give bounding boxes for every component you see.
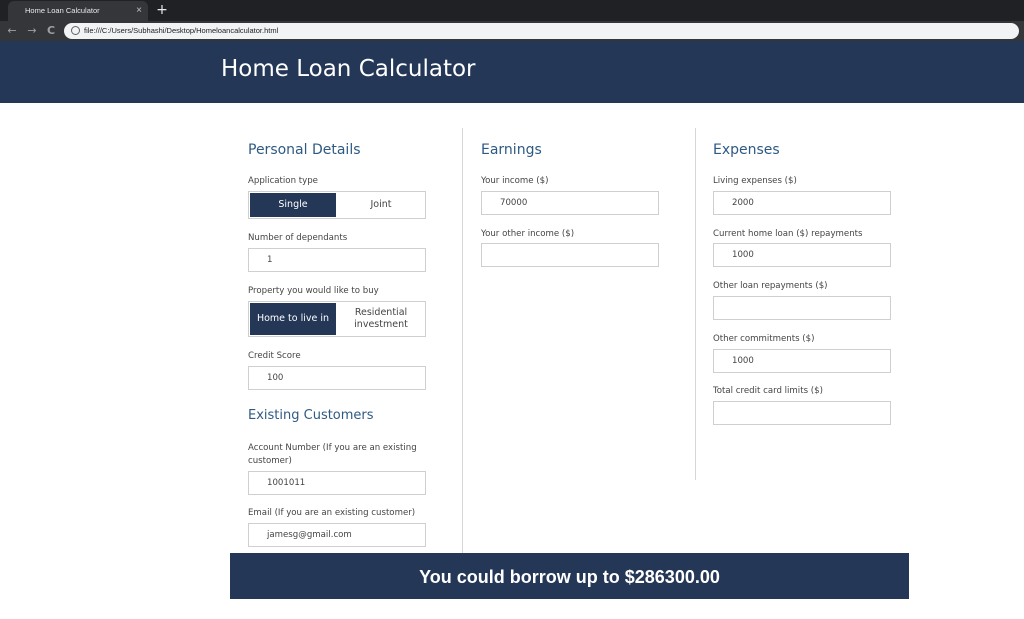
other-commitments-label: Other commitments ($) (713, 334, 815, 344)
email-input[interactable]: jamesg@gmail.com (248, 523, 426, 547)
credit-score-input[interactable]: 100 (248, 366, 426, 390)
income-input[interactable]: 70000 (481, 191, 659, 215)
back-arrow-icon[interactable]: ← (5, 21, 19, 41)
other-income-input[interactable] (481, 243, 659, 267)
column-divider (462, 128, 463, 553)
section-title-personal: Personal Details (248, 142, 361, 158)
email-label: Email (If you are an existing customer) (248, 508, 416, 518)
other-commitments-input[interactable]: 1000 (713, 349, 891, 373)
account-number-label: Account Number (If you are an existing c… (248, 443, 417, 466)
browser-tab-bar: Home Loan Calculator × + (0, 0, 1024, 21)
property-option-investment[interactable]: Residential investment (337, 303, 425, 335)
tab-close-icon[interactable]: × (136, 1, 142, 21)
living-expenses-input[interactable]: 2000 (713, 191, 891, 215)
browser-toolbar: ← → C file:///C:/Users/Subhashi/Desktop/… (0, 21, 1024, 41)
browser-tab[interactable]: Home Loan Calculator × (8, 1, 148, 21)
home-loan-repayments-label: Current home loan ($) repayments (713, 229, 863, 239)
borrow-result-banner: You could borrow up to $286300.00 (230, 553, 909, 599)
credit-card-limits-input[interactable] (713, 401, 891, 425)
other-loan-repayments-input[interactable] (713, 296, 891, 320)
living-expenses-label: Living expenses ($) (713, 176, 797, 186)
section-title-existing: Existing Customers (248, 408, 374, 423)
forward-arrow-icon[interactable]: → (25, 21, 39, 41)
dependants-label: Number of dependants (248, 233, 348, 243)
page-header: Home Loan Calculator (0, 41, 1024, 103)
reload-icon[interactable]: C (44, 21, 58, 41)
page-info-icon[interactable] (71, 26, 80, 35)
credit-card-limits-label: Total credit card limits ($) (713, 386, 823, 396)
property-label: Property you would like to buy (248, 286, 379, 296)
tab-title: Home Loan Calculator (25, 6, 100, 15)
application-type-label: Application type (248, 176, 318, 186)
property-type-toggle: Home to live in Residential investment (248, 301, 426, 337)
other-loan-repayments-label: Other loan repayments ($) (713, 281, 828, 291)
other-income-label: Your other income ($) (481, 229, 575, 239)
new-tab-button[interactable]: + (155, 0, 169, 20)
account-number-input[interactable]: 1001011 (248, 471, 426, 495)
column-divider (695, 128, 696, 480)
section-title-earnings: Earnings (481, 142, 542, 158)
home-loan-repayments-input[interactable]: 1000 (713, 243, 891, 267)
property-option-home[interactable]: Home to live in (250, 303, 336, 335)
dependants-input[interactable]: 1 (248, 248, 426, 272)
credit-score-label: Credit Score (248, 351, 301, 361)
application-option-joint[interactable]: Joint (337, 193, 425, 217)
page-title: Home Loan Calculator (221, 56, 476, 82)
section-title-expenses: Expenses (713, 142, 780, 158)
url-text: file:///C:/Users/Subhashi/Desktop/Homelo… (84, 26, 279, 35)
address-bar[interactable]: file:///C:/Users/Subhashi/Desktop/Homelo… (64, 23, 1019, 39)
application-option-single[interactable]: Single (250, 193, 336, 217)
income-label: Your income ($) (481, 176, 549, 186)
application-type-toggle: Single Joint (248, 191, 426, 219)
